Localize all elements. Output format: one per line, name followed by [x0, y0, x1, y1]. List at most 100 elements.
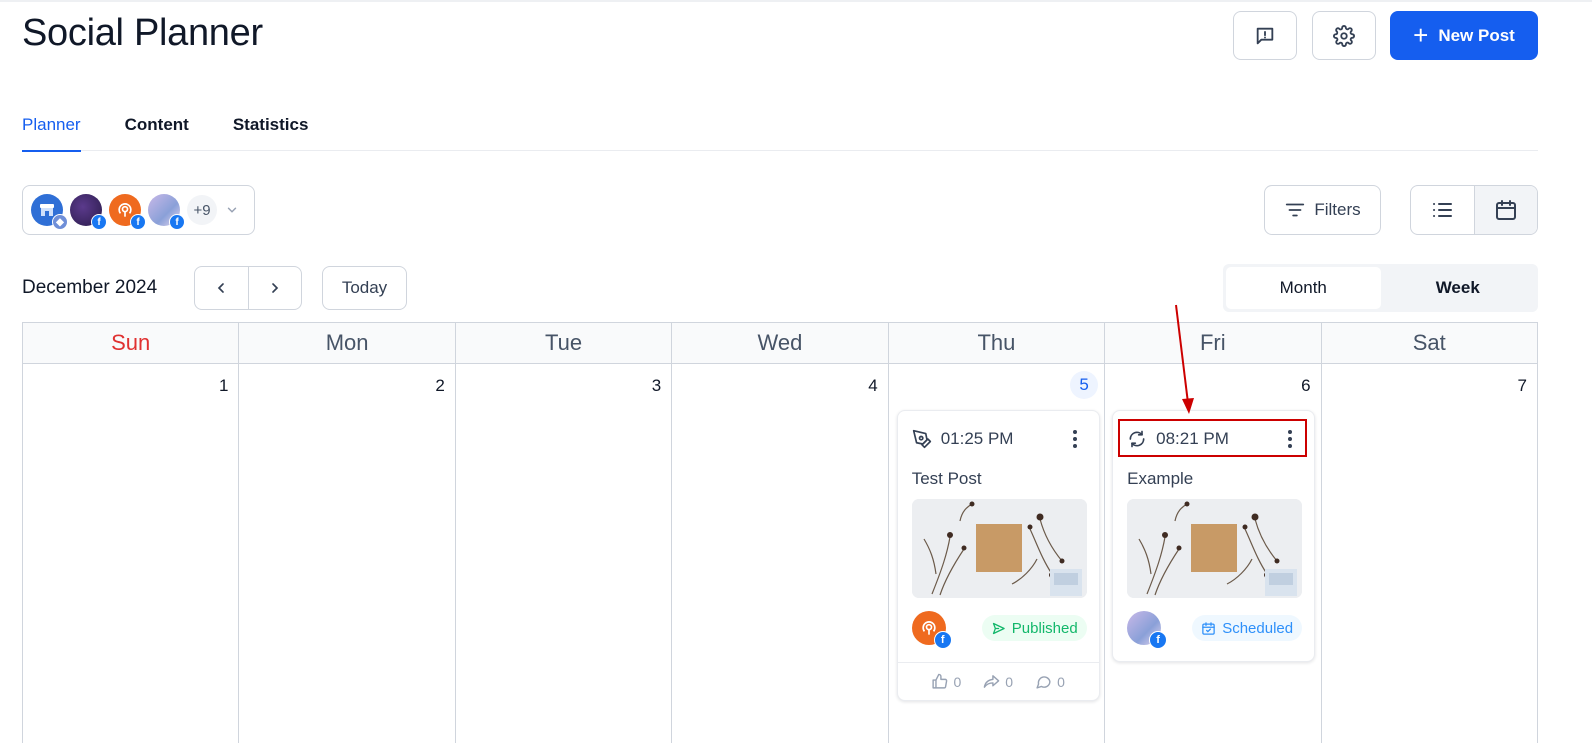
calendar-grid: Sun Mon Tue Wed Thu Fri Sat 1 2 3 4 5 01…	[22, 322, 1538, 743]
calendar-day-cell[interactable]: 5 01:25 PM Test Post f Published 0 0 0	[887, 364, 1104, 743]
facebook-icon: f	[91, 214, 107, 230]
comments-count: 0	[1057, 673, 1065, 690]
facebook-icon: f	[169, 214, 185, 230]
weekday-label: Wed	[671, 323, 887, 363]
weekday-label: Thu	[887, 323, 1104, 363]
recurring-refresh-icon	[1129, 430, 1145, 448]
weekday-header: Sun Mon Tue Wed Thu Fri Sat	[23, 323, 1537, 364]
calendar-view-button[interactable]	[1473, 186, 1537, 234]
weekday-label: Fri	[1104, 323, 1320, 363]
chevron-down-icon	[227, 207, 237, 213]
more-vertical-icon[interactable]	[1063, 427, 1087, 451]
today-button[interactable]: Today	[322, 266, 407, 310]
annotation-arrow	[1175, 304, 1194, 414]
view-mode-toggle	[1410, 185, 1538, 235]
day-number: 7	[1517, 376, 1527, 395]
calendar-day-cell[interactable]: 6 08:21 PM Example f Scheduled	[1104, 364, 1320, 743]
facebook-icon: f	[933, 631, 952, 649]
weekday-label: Tue	[454, 323, 671, 363]
day-number: 1	[218, 376, 229, 395]
post-card-footer: f Published	[911, 610, 1087, 649]
calendar-day-cell[interactable]: 3	[454, 364, 671, 743]
top-divider	[0, 0, 1592, 2]
post-thumbnail[interactable]	[1127, 499, 1303, 598]
month-range-button[interactable]: Month	[1226, 267, 1381, 309]
likes-count: 0	[953, 673, 962, 690]
filter-lines-icon	[1286, 203, 1305, 217]
day-number-today: 5	[1070, 371, 1099, 399]
comments-stat: 0	[1035, 673, 1065, 690]
status-badge: Published	[981, 615, 1087, 641]
post-time: 08:21 PM	[1156, 429, 1229, 448]
calendar-week-row: 1 2 3 4 5 01:25 PM Test Post f Published…	[23, 364, 1537, 743]
facebook-icon: f	[1149, 631, 1168, 649]
chevron-left-icon	[218, 283, 225, 293]
weekday-label: Sun	[111, 330, 151, 355]
list-view-button[interactable]	[1411, 186, 1474, 234]
current-month-label: December 2024	[22, 277, 158, 298]
weekday-label: Mon	[238, 323, 454, 363]
calendar-day-cell[interactable]: 4	[671, 364, 887, 743]
account-avatar: f	[148, 194, 185, 230]
chevron-right-icon	[271, 283, 278, 293]
message-alert-icon	[1256, 27, 1274, 44]
range-toggle: Month Week	[1223, 264, 1538, 312]
post-engagement-stats: 0 0 0	[897, 662, 1099, 700]
new-post-label: New Post	[1438, 25, 1515, 45]
main-tabs: Planner Content Statistics	[22, 104, 1538, 152]
account-avatar: ◆	[31, 194, 68, 230]
previous-month-button[interactable]	[195, 267, 248, 309]
post-card-header: 08:21 PM	[1113, 425, 1314, 453]
day-number: 3	[651, 376, 662, 395]
shares-count: 0	[1005, 673, 1014, 690]
post-card[interactable]: 08:21 PM Example f Scheduled	[1112, 410, 1316, 662]
likes-stat: 0	[931, 673, 961, 690]
post-card-header: 01:25 PM	[898, 425, 1099, 453]
comment-icon	[1036, 676, 1051, 689]
gmb-badge-icon: ◆	[52, 214, 68, 230]
thumbs-up-icon	[932, 673, 948, 689]
calendar-day-cell[interactable]: 2	[238, 364, 454, 743]
dried-flowers-image	[1127, 499, 1303, 598]
more-accounts-count: +9	[187, 195, 217, 225]
settings-button[interactable]	[1312, 11, 1376, 60]
calendar-day-cell[interactable]: 1	[23, 364, 238, 743]
week-range-button[interactable]: Week	[1381, 267, 1536, 309]
account-avatar: f	[911, 611, 952, 649]
calendar-check-icon	[1202, 621, 1215, 635]
dried-flowers-image	[911, 499, 1087, 598]
pen-tool-icon	[912, 429, 931, 449]
tab-content[interactable]: Content	[125, 104, 189, 151]
tab-planner[interactable]: Planner	[22, 104, 81, 152]
plus-icon: +	[1413, 19, 1429, 50]
post-thumbnail[interactable]	[911, 499, 1087, 598]
status-label: Scheduled	[1222, 619, 1294, 637]
calendar-icon	[1495, 200, 1516, 220]
calendar-day-cell[interactable]: 7	[1320, 364, 1537, 743]
send-icon	[992, 622, 1005, 634]
account-avatar: f	[70, 194, 107, 230]
filters-button[interactable]: Filters	[1264, 185, 1381, 235]
status-badge: Scheduled	[1192, 615, 1303, 641]
status-label: Published	[1011, 619, 1078, 637]
tab-statistics[interactable]: Statistics	[233, 104, 309, 151]
more-vertical-icon[interactable]	[1278, 427, 1302, 451]
account-selector[interactable]: ◆ f f f +9	[22, 185, 255, 235]
next-month-button[interactable]	[247, 267, 302, 309]
feedback-button[interactable]	[1233, 11, 1297, 60]
day-number: 6	[1301, 376, 1311, 395]
post-card[interactable]: 01:25 PM Test Post f Published 0 0 0	[896, 410, 1100, 701]
post-time: 01:25 PM	[940, 429, 1014, 448]
gear-icon	[1333, 24, 1355, 47]
filters-label: Filters	[1314, 200, 1361, 219]
post-title: Test Post	[911, 469, 982, 488]
post-card-footer: f Scheduled	[1127, 610, 1303, 649]
day-number: 4	[868, 376, 878, 395]
new-post-button[interactable]: + New Post	[1390, 11, 1538, 60]
shares-stat: 0	[983, 673, 1013, 690]
weekday-label: Sat	[1320, 323, 1537, 363]
day-number: 2	[435, 376, 445, 395]
facebook-icon: f	[130, 214, 146, 230]
month-navigation	[194, 266, 302, 310]
share-arrow-icon	[983, 675, 1000, 688]
